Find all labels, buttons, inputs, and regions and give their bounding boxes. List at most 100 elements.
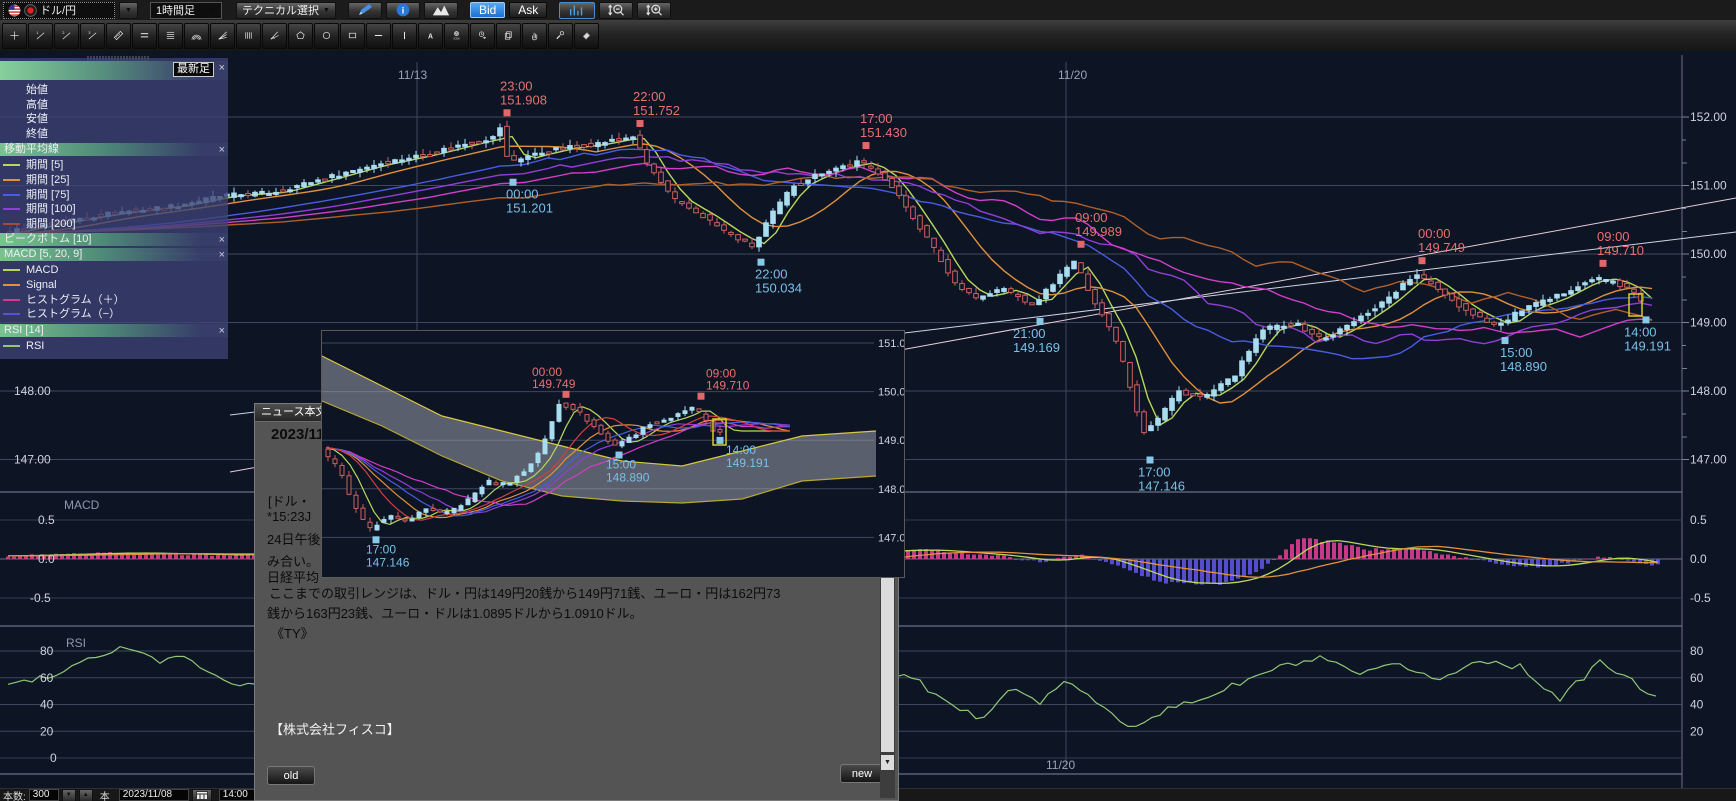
new-news-button[interactable]: new <box>840 764 884 783</box>
macd-axis-label: -0.5 <box>1690 591 1711 605</box>
count-increment-button[interactable]: ▲ <box>79 789 93 801</box>
legend-header-macd: MACD [5, 20, 9]× <box>0 248 228 261</box>
zoom-in-button[interactable] <box>637 2 671 19</box>
annotation-price: 149.169 <box>1013 340 1060 355</box>
annotation-marker <box>504 109 511 116</box>
pair-dropdown-button[interactable]: ▼ <box>119 2 138 19</box>
pentagon-tool-button[interactable] <box>288 23 313 49</box>
line-swatch-icon <box>3 299 20 301</box>
crosshair-tool-button[interactable] <box>2 23 27 49</box>
info-button[interactable]: i <box>386 2 420 19</box>
annotation-time: 09:00 <box>1075 210 1108 225</box>
fx-chart-application: 152.00151.00150.00149.00148.00147.00148.… <box>0 0 1736 801</box>
info-icon: i <box>396 3 410 17</box>
trendline-2-tool-button[interactable]: 2 <box>54 23 79 49</box>
rsi-axis-label: 80 <box>40 644 54 658</box>
ruler-icon <box>113 25 124 46</box>
annotation-marker <box>563 391 570 398</box>
line-swatch-icon <box>3 208 20 210</box>
close-icon[interactable]: × <box>219 249 225 262</box>
settings-wrench-tool-button[interactable] <box>548 23 573 49</box>
close-icon[interactable]: × <box>219 325 225 338</box>
rsi-axis-label: 60 <box>40 671 54 685</box>
calendar-button[interactable] <box>192 789 212 801</box>
annotation-price: 151.752 <box>633 103 680 118</box>
macd-axis-label: 0.0 <box>38 552 55 566</box>
date-label: 11/20 <box>1058 68 1087 82</box>
rectangle-tool-button[interactable] <box>340 23 365 49</box>
vertical-grid-tool-button[interactable] <box>236 23 261 49</box>
history-tool-button[interactable] <box>470 23 495 49</box>
vertical-line-tool-button[interactable] <box>392 23 417 49</box>
svg-text:2: 2 <box>62 31 64 35</box>
fibonacci-arcs-tool-button[interactable] <box>184 23 209 49</box>
annotation-marker <box>1643 316 1650 323</box>
legend-item-ohlc: 高値 <box>0 98 228 113</box>
news-line: [ドル・ <box>268 491 311 510</box>
zoom-axis-label: 150.0 <box>878 387 904 399</box>
annotation-time: 14:00 <box>1624 324 1657 339</box>
close-icon[interactable]: × <box>219 234 225 247</box>
trendline-1-tool-button[interactable]: 1 <box>28 23 53 49</box>
technical-select-button[interactable]: テクニカル選択 ▼ <box>236 2 336 19</box>
timeframe-selector[interactable]: 1時間足 ▼ <box>150 2 222 19</box>
ask-button[interactable]: Ask <box>509 2 547 18</box>
volume-display-button[interactable] <box>559 2 595 19</box>
bar-count-label: 本数: <box>3 788 26 801</box>
copy-icon <box>503 25 514 46</box>
macd-axis-label: 0.5 <box>38 513 55 527</box>
scrollbar-down-button[interactable]: ▼ <box>881 755 894 770</box>
parallel-lines-2-tool-button[interactable] <box>132 23 157 49</box>
timeframe-label: 1時間足 <box>156 2 195 18</box>
old-news-button[interactable]: old <box>267 766 315 785</box>
ellipse-tool-button[interactable] <box>314 23 339 49</box>
news-source-label: 【株式会社フィスコ】 <box>270 719 400 738</box>
currency-pair-selector[interactable]: ドル/円 <box>3 2 115 19</box>
ellipse-icon <box>321 25 332 46</box>
legend-item-macd: Signal <box>0 278 228 293</box>
top-toolbar: ドル/円 ▼ 1時間足 ▼ テクニカル選択 ▼ i Bid Ask <box>0 0 1736 20</box>
angle-lines-tool-button[interactable] <box>262 23 287 49</box>
bar-count-input[interactable]: 300 <box>29 789 59 801</box>
japan-flag-icon <box>24 4 37 17</box>
parallel-lines-4-tool-button[interactable] <box>158 23 183 49</box>
zoom-chart-window[interactable]: 151.0150.0149.0148.0147.000:00149.74909:… <box>321 330 905 578</box>
count-decrement-button[interactable]: ▼ <box>62 789 76 801</box>
close-icon[interactable]: × <box>219 144 225 157</box>
trendline-3-tool-button[interactable]: 3 <box>80 23 105 49</box>
news-line: *15:23J <box>267 509 311 524</box>
scrollbar-thumb[interactable] <box>881 574 894 752</box>
legend-title-bar: ×最新足 <box>0 61 228 80</box>
svg-text:i: i <box>402 6 405 16</box>
annotation-price: 148.890 <box>1500 359 1547 374</box>
bar-unit-label: 本 <box>100 788 110 801</box>
annotation-price: 151.908 <box>500 92 547 107</box>
line-swatch-icon <box>3 164 20 166</box>
date-input[interactable]: 2023/11/08 <box>119 789 189 801</box>
annotation-time: 15:00 <box>1500 345 1533 360</box>
rsi-axis-label: 60 <box>1690 671 1704 685</box>
horizontal-line-tool-button[interactable] <box>366 23 391 49</box>
news-line: 24日午後 <box>267 529 320 548</box>
text-tool-button[interactable]: A <box>418 23 443 49</box>
bid-button[interactable]: Bid <box>470 2 505 18</box>
icon-stamp-tool-button[interactable]: ICON <box>444 23 469 49</box>
annotation-time: 21:00 <box>1013 326 1046 341</box>
line-swatch-icon <box>3 284 20 286</box>
ruler-tool-button[interactable] <box>106 23 131 49</box>
annotation-marker <box>698 393 705 400</box>
fan-lines-tool-button[interactable] <box>210 23 235 49</box>
zoom-out-button[interactable] <box>599 2 633 19</box>
eraser-tool-button[interactable] <box>574 23 599 49</box>
annotation-price: 147.146 <box>366 555 410 569</box>
icon-stamp-icon: ICON <box>451 25 462 46</box>
macd-axis-label: 0.5 <box>1690 513 1707 527</box>
chart-mode-button[interactable] <box>424 2 458 19</box>
pan-hand-icon <box>529 25 540 46</box>
news-date-line: 2023/11 <box>271 426 324 443</box>
zoom-chart-canvas[interactable]: 151.0150.0149.0148.0147.000:00149.74909:… <box>322 331 904 577</box>
pan-hand-tool-button[interactable] <box>522 23 547 49</box>
close-icon[interactable]: × <box>219 62 225 75</box>
pencil-button[interactable] <box>348 2 382 19</box>
copy-tool-button[interactable] <box>496 23 521 49</box>
